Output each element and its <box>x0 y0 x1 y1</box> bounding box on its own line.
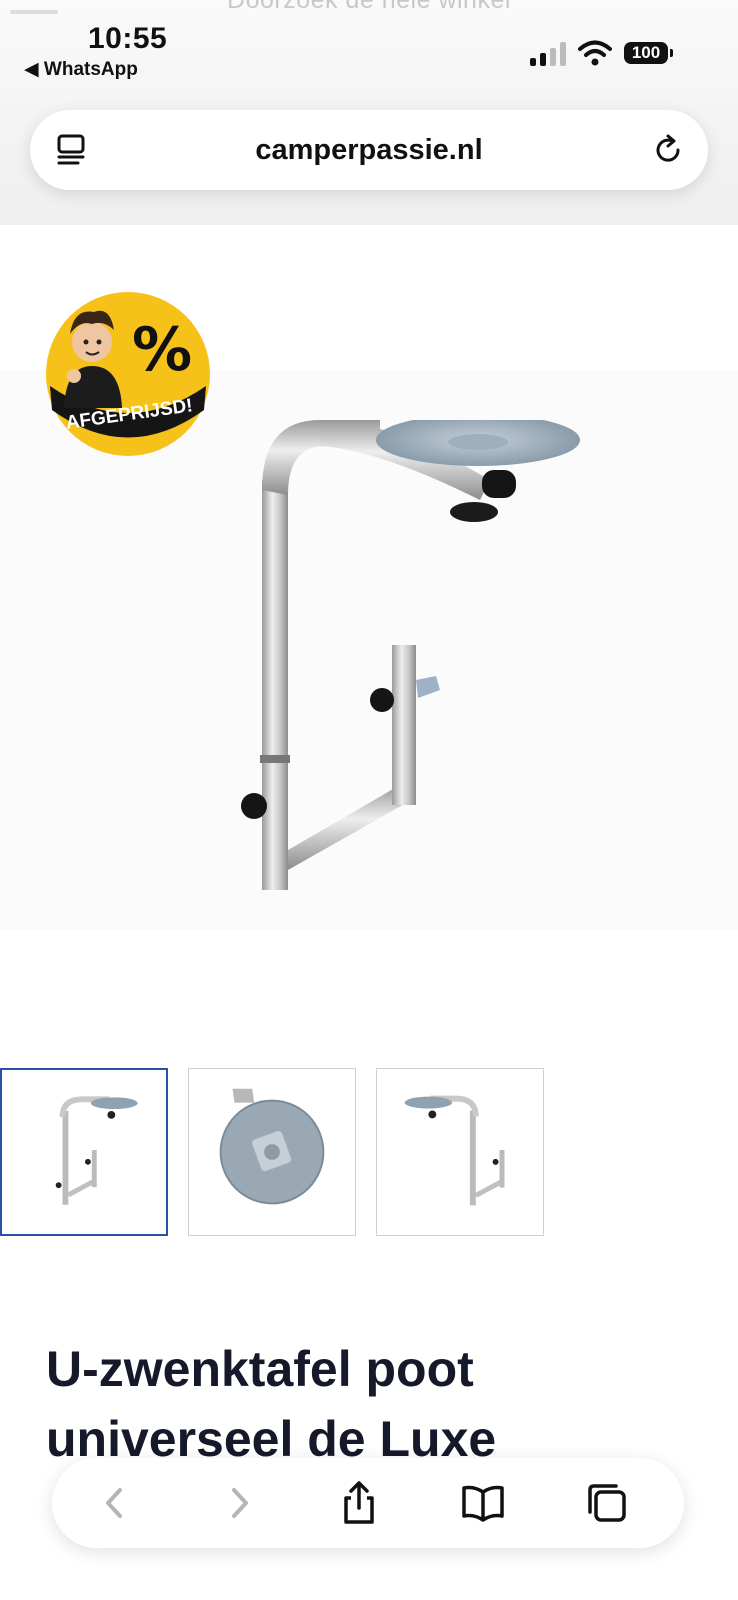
thumbnail-2-image <box>219 1088 325 1205</box>
book-icon <box>462 1485 504 1522</box>
forward-button[interactable] <box>216 1480 262 1526</box>
product-image[interactable] <box>230 420 610 910</box>
thumbnail-1-image <box>55 1096 138 1205</box>
product-title-line1: U-zwenktafel poot <box>46 1341 474 1397</box>
url-text[interactable]: camperpassie.nl <box>30 134 708 167</box>
chevron-right-icon <box>232 1488 248 1518</box>
battery-indicator: 100 <box>624 42 673 64</box>
browser-toolbar <box>52 1458 684 1548</box>
share-icon <box>344 1481 374 1524</box>
product-title: U-zwenktafel poot universeel de Luxe <box>46 1334 686 1474</box>
back-to-app-link[interactable]: ◀︎ WhatsApp <box>24 58 138 81</box>
chevron-left-icon <box>106 1488 122 1518</box>
back-arrow-icon: ◀︎ <box>24 59 39 80</box>
top-indicator <box>10 10 58 14</box>
bookmarks-button[interactable] <box>460 1480 506 1526</box>
discount-badge-icon: % AFGEPRIJSD! <box>46 292 210 456</box>
status-bar: 10:55 ◀︎ WhatsApp 100 <box>0 0 738 88</box>
status-time: 10:55 <box>88 22 168 55</box>
address-bar[interactable]: camperpassie.nl <box>30 110 708 190</box>
cellular-signal-icon <box>530 42 566 66</box>
share-button[interactable] <box>336 1480 382 1526</box>
back-button[interactable] <box>92 1480 138 1526</box>
tabs-button[interactable] <box>584 1480 630 1526</box>
thumbnail-1[interactable] <box>0 1068 168 1236</box>
tabs-icon <box>588 1484 626 1522</box>
thumbnail-3-image <box>404 1095 505 1206</box>
badge-percent: % <box>132 315 192 385</box>
thumbnail-2[interactable] <box>188 1068 356 1236</box>
back-app-label: WhatsApp <box>43 59 138 80</box>
thumbnail-3[interactable] <box>376 1068 544 1236</box>
reload-icon[interactable] <box>650 132 686 168</box>
wifi-icon <box>578 40 612 66</box>
